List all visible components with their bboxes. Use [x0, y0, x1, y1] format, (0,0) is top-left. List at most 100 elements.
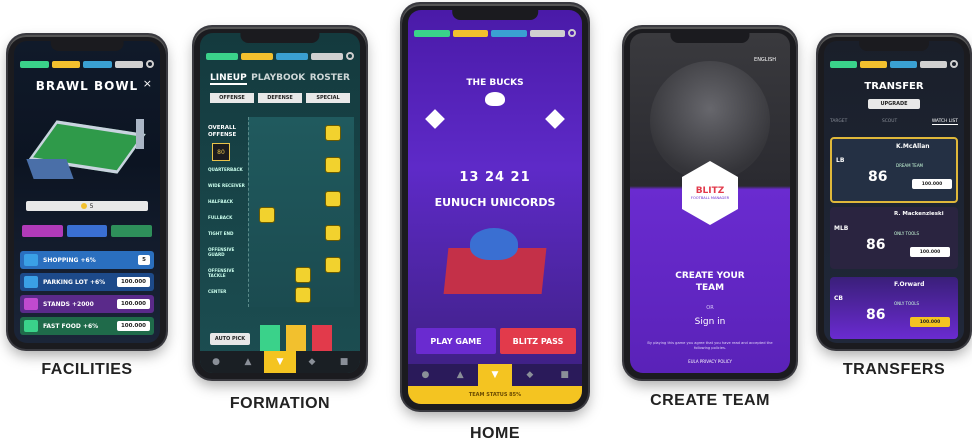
facility-bonus: +2000 — [72, 300, 94, 308]
helmet-icon — [470, 228, 518, 260]
settings-gear-icon[interactable] — [568, 29, 576, 37]
player-card[interactable]: LB K.McAllan DREAM TEAM 86 100.000 — [830, 137, 958, 203]
formation-subtabs: OFFENSE DEFENSE SPECIAL — [210, 93, 350, 103]
tab-target[interactable]: TARGET — [830, 119, 847, 125]
tab-playbook[interactable]: PLAYBOOK — [251, 73, 305, 85]
transfers-screen: TRANSFER UPGRADE TARGET SCOUT WATCH LIST… — [824, 41, 964, 343]
nav-home-icon[interactable]: ▼ — [477, 364, 513, 386]
phone-facilities: BRAWL BOWL × 5 SHOPPING +6% 5 PARKING LO… — [8, 35, 166, 349]
notch — [452, 10, 538, 20]
player-card-red[interactable] — [312, 325, 332, 353]
player-slot[interactable] — [259, 207, 275, 223]
buy-button[interactable]: 100.000 — [910, 317, 950, 327]
shopping-cart-icon — [24, 254, 38, 266]
position-label: HALFBACK — [208, 199, 234, 204]
home-bottom-nav: ● ▲ ▼ ◆ ■ — [408, 364, 582, 386]
stadium-illustration — [26, 119, 146, 179]
tab-lineup[interactable]: LINEUP — [210, 73, 247, 85]
team-status-bar: TEAM STATUS 85% — [408, 386, 582, 404]
tab-scout[interactable]: SCOUT — [882, 119, 897, 125]
formation-topbar — [200, 49, 360, 63]
player-slot[interactable] — [325, 125, 341, 141]
facility-price[interactable]: 100.000 — [116, 299, 150, 309]
subtab-offense[interactable]: OFFENSE — [210, 93, 254, 103]
nav-home-icon[interactable]: ▼ — [264, 351, 296, 373]
facility-row[interactable]: STANDS +2000 100.000 — [20, 295, 154, 313]
player-card-green[interactable] — [260, 325, 280, 353]
transfer-tabs: TARGET SCOUT WATCH LIST — [830, 119, 958, 125]
stat-blocks — [22, 225, 153, 237]
coin-icon — [80, 203, 87, 209]
player-card[interactable]: CB F.Orward ONLY TOOLS 86 100.000 — [830, 277, 958, 339]
phone-transfers: TRANSFER UPGRADE TARGET SCOUT WATCH LIST… — [818, 35, 970, 349]
subtab-special[interactable]: SPECIAL — [306, 93, 350, 103]
formation-tabs: LINEUP PLAYBOOK ROSTER — [210, 73, 350, 85]
home-screen: THE BUCKS 13 24 21 EUNUCH UNICORDS PLAY … — [408, 10, 582, 404]
facility-bonus: +6% — [89, 278, 106, 286]
notch — [240, 33, 320, 43]
close-icon[interactable]: × — [143, 77, 152, 90]
transfer-title: TRANSFER — [864, 81, 924, 92]
tab-roster[interactable]: ROSTER — [310, 73, 350, 85]
countdown: 13 24 21 — [459, 170, 531, 185]
position-label: WIDE RECEIVER — [208, 183, 245, 188]
phone-create-team: ENGLISH BLITZ FOOTBALL MANAGER CREATE YO… — [624, 27, 796, 379]
facility-row[interactable]: FAST FOOD +6% 100.000 — [20, 317, 154, 335]
facilities-screen: BRAWL BOWL × 5 SHOPPING +6% 5 PARKING LO… — [14, 41, 160, 343]
upgrade-button[interactable]: UPGRADE — [868, 99, 920, 109]
player-card-yellow[interactable] — [286, 325, 306, 353]
player-slot[interactable] — [295, 287, 311, 303]
nav-ball-icon[interactable]: ◆ — [296, 351, 328, 373]
play-game-button[interactable]: PLAY GAME — [416, 328, 496, 354]
or-separator: OR — [706, 305, 714, 311]
buy-button[interactable]: 100.000 — [910, 247, 950, 257]
create-team-button[interactable]: CREATE YOUR TEAM — [660, 271, 760, 294]
player-number: 86 — [868, 169, 888, 185]
player-slot[interactable] — [325, 257, 341, 273]
home-topbar — [408, 26, 582, 40]
settings-gear-icon[interactable] — [950, 60, 958, 68]
subtab-defense[interactable]: DEFENSE — [258, 93, 302, 103]
facility-label: STANDS — [43, 300, 70, 308]
nav-team-icon[interactable]: ● — [408, 364, 443, 386]
caption-facilities: FACILITIES — [41, 361, 133, 378]
facility-row[interactable]: SHOPPING +6% 5 — [20, 251, 154, 269]
buy-button[interactable]: 100.000 — [912, 179, 952, 189]
facilities-topbar — [14, 57, 160, 71]
facility-price[interactable]: 5 — [138, 255, 150, 265]
facility-price[interactable]: 100.000 — [116, 277, 150, 287]
phone-home: THE BUCKS 13 24 21 EUNUCH UNICORDS PLAY … — [402, 4, 588, 410]
player-card[interactable]: MLB R. Mackenzieski ONLY TOOLS 86 100.00… — [830, 207, 958, 269]
sign-in-link[interactable]: Sign in — [630, 317, 790, 327]
auto-pick-button[interactable]: AUTO PICK — [210, 333, 250, 345]
nav-shop-icon[interactable]: ■ — [328, 351, 360, 373]
notch — [670, 33, 750, 43]
nav-team-icon[interactable]: ● — [200, 351, 232, 373]
nav-ball-icon[interactable]: ◆ — [512, 364, 547, 386]
policy-links[interactable]: EULA PRIVACY POLICY — [630, 359, 790, 364]
player-trait: DREAM TEAM — [896, 163, 924, 168]
player-slot[interactable] — [325, 191, 341, 207]
nav-trophy-icon[interactable]: ▲ — [443, 364, 478, 386]
position-label: OFFENSIVE GUARD — [208, 247, 235, 257]
overall-badge: 80 — [212, 143, 230, 161]
mail-chip — [114, 60, 143, 68]
fast-food-icon — [24, 320, 38, 332]
nav-trophy-icon[interactable]: ▲ — [232, 351, 264, 373]
facility-row[interactable]: PARKING LOT +6% 100.000 — [20, 273, 154, 291]
nav-shop-icon[interactable]: ■ — [547, 364, 582, 386]
caption-home: HOME — [470, 425, 520, 442]
blitz-pass-button[interactable]: BLITZ PASS — [500, 328, 576, 354]
facility-price[interactable]: 100.000 — [116, 321, 150, 331]
player-slot[interactable] — [325, 157, 341, 173]
player-slot[interactable] — [325, 225, 341, 241]
player-slot[interactable] — [295, 267, 311, 283]
player-trait: ONLY TOOLS — [894, 301, 920, 306]
settings-gear-icon[interactable] — [346, 52, 354, 60]
facility-label: SHOPPING — [43, 256, 79, 264]
position-label: TIGHT END — [208, 231, 234, 236]
language-selector[interactable]: ENGLISH — [754, 57, 776, 63]
player-trait: ONLY TOOLS — [894, 231, 920, 236]
settings-gear-icon[interactable] — [146, 60, 154, 68]
tab-watch-list[interactable]: WATCH LIST — [931, 119, 958, 125]
